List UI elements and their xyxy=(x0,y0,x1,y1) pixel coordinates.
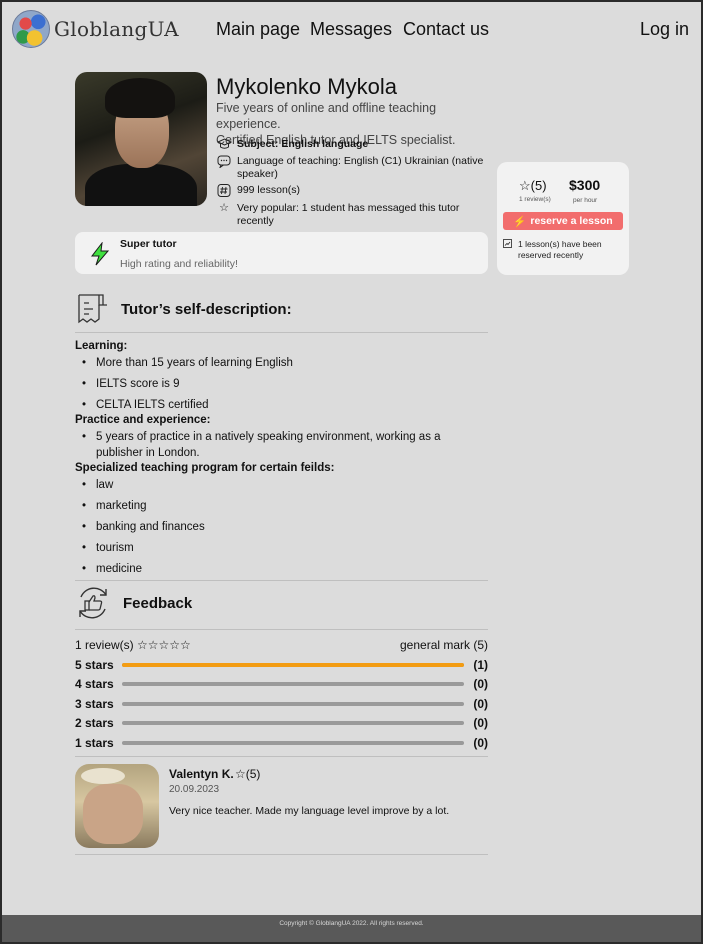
divider xyxy=(75,629,488,630)
feedback-title: Feedback xyxy=(123,594,193,612)
feedback-header: Feedback xyxy=(75,585,192,621)
rating-bar-track xyxy=(122,663,464,667)
rating-bar-count: (1) xyxy=(473,658,488,672)
lessons-text: 999 lesson(s) xyxy=(237,184,301,196)
hash-icon xyxy=(216,184,232,198)
rating-bar-row: 3 stars (0) xyxy=(75,697,488,711)
subject-text: Subject: English language xyxy=(237,138,369,150)
review-rating: ☆(5) xyxy=(235,767,261,781)
nav-messages[interactable]: Messages xyxy=(310,19,392,40)
rating-bar-track xyxy=(122,741,464,745)
rating-bar-label: 2 stars xyxy=(75,716,114,730)
rating-bar-count: (0) xyxy=(473,716,488,730)
logo-text: GloblangUA xyxy=(54,17,179,41)
receipt-document-icon xyxy=(78,294,107,324)
list-item: • IELTS score is 9 xyxy=(82,378,180,390)
nav-main-page[interactable]: Main page xyxy=(216,19,300,40)
booking-card: ☆(5) 1 review(s) $300 per hour ⚡ reserve… xyxy=(497,162,629,275)
rating-bar-row: 4 stars (0) xyxy=(75,677,488,691)
rating-bar-row: 2 stars (0) xyxy=(75,716,488,730)
list-item: • law xyxy=(82,479,114,491)
review-count: 1 review(s) xyxy=(519,196,551,203)
header: GloblangUA Main page Messages Contact us… xyxy=(2,2,701,58)
learning-heading: Learning: xyxy=(75,340,128,352)
divider xyxy=(75,756,488,757)
reviewer-avatar xyxy=(75,764,159,848)
nav-contact-us[interactable]: Contact us xyxy=(403,19,489,40)
self-description-title: Tutor’s self-description: xyxy=(121,300,292,318)
rating-bar-track xyxy=(122,721,464,725)
globe-flags-icon xyxy=(12,10,50,48)
copyright: Copyright © GloblangUA 2022. All rights … xyxy=(279,920,424,927)
logo[interactable]: GloblangUA xyxy=(12,10,179,48)
rating-bar-fill xyxy=(122,663,464,667)
rating-bar-row: 5 stars (1) xyxy=(75,658,488,672)
rating: ☆(5) xyxy=(519,178,547,193)
review-text: Very nice teacher. Made my language leve… xyxy=(169,805,450,817)
rating-bar-track xyxy=(122,682,464,686)
reserve-label: reserve a lesson xyxy=(530,215,613,227)
page: GloblangUA Main page Messages Contact us… xyxy=(2,2,701,942)
popularity-text: Very popular: 1 student has messaged thi… xyxy=(237,202,460,227)
practice-heading: Practice and experience: xyxy=(75,414,211,426)
rating-bar-label: 3 stars xyxy=(75,697,114,711)
tutor-name: Mykolenko Mykola xyxy=(216,74,397,99)
divider xyxy=(75,332,488,333)
rating-bar-count: (0) xyxy=(473,736,488,750)
list-item: • marketing xyxy=(82,500,147,512)
list-item: • 5 years of practice in a natively speak… xyxy=(82,431,441,459)
rating-bar-label: 5 stars xyxy=(75,658,114,672)
list-item: • medicine xyxy=(82,563,143,575)
super-tutor-title: Super tutor xyxy=(120,238,177,250)
super-tutor-banner: Super tutor High rating and reliability! xyxy=(75,232,488,274)
self-description-header: Tutor’s self-description: xyxy=(75,293,292,325)
review-summary: 1 review(s) ☆☆☆☆☆ xyxy=(75,638,191,652)
divider xyxy=(75,580,488,581)
rating-bar-count: (0) xyxy=(473,677,488,691)
rating-bar-label: 4 stars xyxy=(75,677,114,691)
reserved-note: 1 lesson(s) have been reserved recently xyxy=(503,239,625,261)
languages-text: Language of teaching: English (C1) Ukrai… xyxy=(237,155,484,180)
trend-chart-icon xyxy=(503,239,512,261)
review-date: 20.09.2023 xyxy=(169,784,220,795)
star-outline-icon: ☆ xyxy=(219,202,229,214)
price: $300 xyxy=(569,177,601,193)
reserve-lesson-button[interactable]: ⚡ reserve a lesson xyxy=(503,212,623,230)
rating-bar-track xyxy=(122,702,464,706)
list-item: • CELTA IELTS certified xyxy=(82,399,209,411)
list-item: • More than 15 years of learning English xyxy=(82,357,293,369)
rating-bar-row: 1 stars (0) xyxy=(75,736,488,750)
graduation-cap-icon xyxy=(216,138,232,152)
reviewer-name: Valentyn K. xyxy=(169,767,234,781)
general-mark: general mark (5) xyxy=(400,638,489,652)
divider xyxy=(75,854,488,855)
popularity-row: ☆ Very popular: 1 student has messaged t… xyxy=(216,202,488,228)
tutor-photo xyxy=(75,72,207,206)
lightning-bolt-icon xyxy=(90,242,110,266)
footer: Copyright © GloblangUA 2022. All rights … xyxy=(2,915,701,942)
lessons-row: 999 lesson(s) xyxy=(216,184,488,198)
login-link[interactable]: Log in xyxy=(640,19,689,40)
rating-bar-count: (0) xyxy=(473,697,488,711)
price-unit: per hour xyxy=(573,197,598,204)
list-item: • banking and finances xyxy=(82,521,205,533)
program-heading: Specialized teaching program for certain… xyxy=(75,462,335,474)
chat-bubble-icon xyxy=(216,155,232,169)
language-row: Language of teaching: English (C1) Ukrai… xyxy=(216,155,488,181)
lightning-icon: ⚡ xyxy=(513,215,527,228)
subject-row: Subject: English language xyxy=(216,138,488,152)
rating-bar-label: 1 stars xyxy=(75,736,114,750)
super-tutor-subtitle: High rating and reliability! xyxy=(120,258,238,270)
thumbs-up-refresh-icon xyxy=(79,587,107,619)
list-item: • tourism xyxy=(82,542,134,554)
